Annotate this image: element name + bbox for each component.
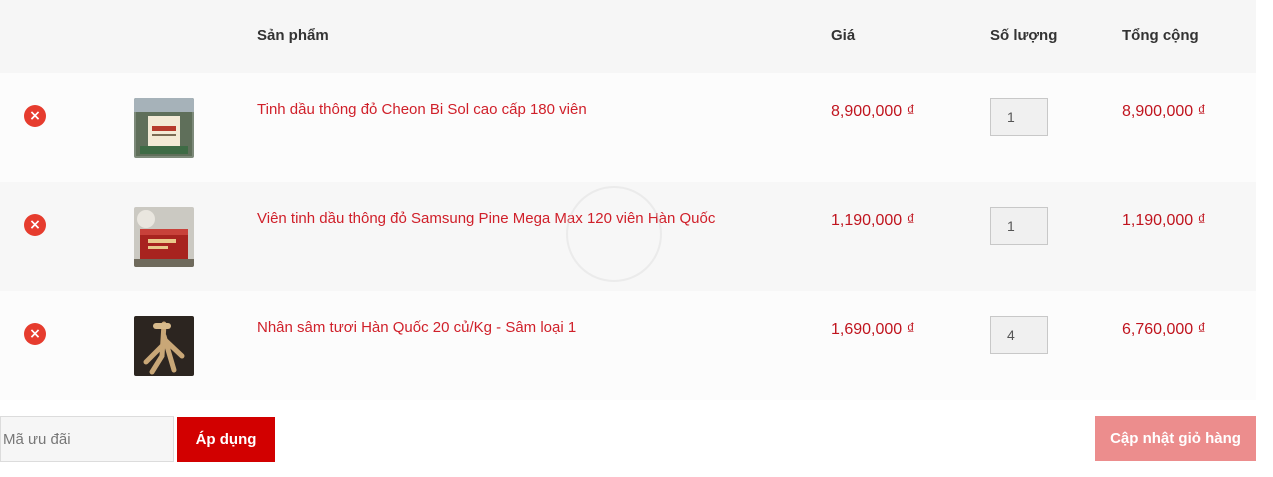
product-thumbnail[interactable] xyxy=(134,316,194,376)
remove-item-icon[interactable]: × xyxy=(24,214,46,236)
table-header: Sản phẩm Giá Số lượng Tổng cộng xyxy=(0,0,1256,73)
table-row: × Nhân sâm tươi Hàn Quốc 20 củ/Kg - Sâm … xyxy=(0,291,1256,400)
cart-table: Sản phẩm Giá Số lượng Tổng cộng × Tinh d… xyxy=(0,0,1256,400)
product-name-link[interactable]: Tinh dầu thông đỏ Cheon Bi Sol cao cấp 1… xyxy=(257,101,587,118)
line-total: 6,760,000 ₫ xyxy=(1122,321,1206,338)
table-row: × Tinh dầu thông đỏ Cheon Bi Sol cao cấp… xyxy=(0,73,1256,182)
header-total: Tổng cộng xyxy=(1122,27,1199,44)
unit-price: 1,690,000 ₫ xyxy=(831,321,915,338)
line-total: 8,900,000 ₫ xyxy=(1122,103,1206,120)
header-product: Sản phẩm xyxy=(257,27,329,44)
remove-item-icon[interactable]: × xyxy=(24,323,46,345)
remove-item-icon[interactable]: × xyxy=(24,105,46,127)
apply-coupon-button[interactable]: Áp dụng xyxy=(177,417,275,462)
unit-price: 1,190,000 ₫ xyxy=(831,212,915,229)
product-thumbnail[interactable] xyxy=(134,207,194,267)
header-quantity: Số lượng xyxy=(990,27,1058,44)
update-cart-button[interactable]: Cập nhật giỏ hàng xyxy=(1095,416,1256,461)
line-total: 1,190,000 ₫ xyxy=(1122,212,1206,229)
product-name-link[interactable]: Nhân sâm tươi Hàn Quốc 20 củ/Kg - Sâm lo… xyxy=(257,319,576,336)
unit-price: 8,900,000 ₫ xyxy=(831,103,915,120)
quantity-input[interactable] xyxy=(990,316,1048,354)
header-price: Giá xyxy=(831,27,856,44)
product-name-link[interactable]: Viên tinh dầu thông đỏ Samsung Pine Mega… xyxy=(257,210,715,227)
product-thumbnail[interactable] xyxy=(134,98,194,158)
quantity-input[interactable] xyxy=(990,207,1048,245)
table-row: × Viên tinh dầu thông đỏ Samsung Pine Me… xyxy=(0,182,1256,291)
quantity-input[interactable] xyxy=(990,98,1048,136)
coupon-input[interactable] xyxy=(0,416,174,462)
